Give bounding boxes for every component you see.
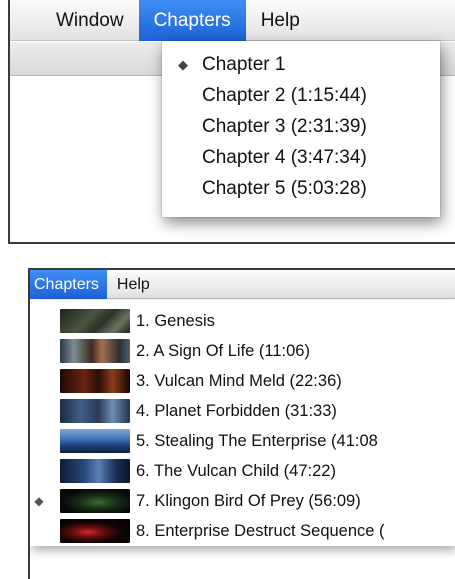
menu-item-chapter-5[interactable]: Chapter 5 (5:03:28) xyxy=(162,173,440,204)
chapter-item-5[interactable]: 5. Stealing The Enterprise (41:08 xyxy=(30,426,455,456)
menu-item-chapter-1[interactable]: ◆ Chapter 1 xyxy=(162,49,440,80)
chapter-thumbnail xyxy=(60,339,130,363)
chapter-item-3[interactable]: 3. Vulcan Mind Meld (22:36) xyxy=(30,366,455,396)
menu-chapters[interactable]: Chapters xyxy=(138,0,246,41)
chapter-thumbnail xyxy=(60,519,130,543)
chapter-label: 2. A Sign Of Life (11:06) xyxy=(136,341,310,360)
chapter-item-1[interactable]: 1. Genesis xyxy=(30,306,455,336)
bottom-screenshot: Chapters Help 1. Genesis 2. A Sign Of Li… xyxy=(28,268,455,579)
menu-item-label: Chapter 2 (1:15:44) xyxy=(202,85,367,106)
chapter-thumbnail xyxy=(60,369,130,393)
menu-item-label: Chapter 3 (2:31:39) xyxy=(202,116,367,137)
chapter-list-menu: 1. Genesis 2. A Sign Of Life (11:06) 3. … xyxy=(30,300,455,546)
chapter-thumbnail xyxy=(60,309,130,333)
menu-help[interactable]: Help xyxy=(107,270,160,299)
chapter-thumbnail xyxy=(60,489,130,513)
chapter-label: 1. Genesis xyxy=(136,311,215,330)
chapter-item-7[interactable]: ◆ 7. Klingon Bird Of Prey (56:09) xyxy=(30,486,455,516)
menu-item-label: Chapter 1 xyxy=(202,54,286,75)
chapter-label: 6. The Vulcan Child (47:22) xyxy=(136,461,336,480)
chapter-label: 5. Stealing The Enterprise (41:08 xyxy=(136,431,378,450)
menu-window[interactable]: Window xyxy=(10,0,139,41)
chapter-item-8[interactable]: 8. Enterprise Destruct Sequence ( xyxy=(30,516,455,546)
menu-item-chapter-4[interactable]: Chapter 4 (3:47:34) xyxy=(162,142,440,173)
chapter-thumbnail xyxy=(60,399,130,423)
chapter-label: 7. Klingon Bird Of Prey (56:09) xyxy=(136,491,361,510)
menu-item-chapter-2[interactable]: Chapter 2 (1:15:44) xyxy=(162,80,440,111)
chapter-label: 3. Vulcan Mind Meld (22:36) xyxy=(136,371,342,390)
chapter-label: 8. Enterprise Destruct Sequence ( xyxy=(136,521,385,540)
menu-help[interactable]: Help xyxy=(246,0,315,41)
menu-bar: Chapters Help xyxy=(30,270,455,299)
chapter-thumbnail xyxy=(60,459,130,483)
checkmark-diamond-icon: ◆ xyxy=(178,57,188,72)
chapter-thumbnail xyxy=(60,429,130,453)
menu-bar: Window Chapters Help xyxy=(10,0,455,41)
menu-chapters[interactable]: Chapters xyxy=(30,270,107,299)
checkmark-diamond-icon: ◆ xyxy=(34,494,44,508)
chapter-item-4[interactable]: 4. Planet Forbidden (31:33) xyxy=(30,396,455,426)
chapter-item-2[interactable]: 2. A Sign Of Life (11:06) xyxy=(30,336,455,366)
menu-item-chapter-3[interactable]: Chapter 3 (2:31:39) xyxy=(162,111,440,142)
chapter-label: 4. Planet Forbidden (31:33) xyxy=(136,401,337,420)
menu-item-label: Chapter 4 (3:47:34) xyxy=(202,147,367,168)
menu-item-label: Chapter 5 (5:03:28) xyxy=(202,178,367,199)
chapters-dropdown-menu: ◆ Chapter 1 Chapter 2 (1:15:44) Chapter … xyxy=(162,41,440,217)
top-screenshot: Window Chapters Help ◆ Chapter 1 Chapter… xyxy=(8,0,455,244)
chapter-item-6[interactable]: 6. The Vulcan Child (47:22) xyxy=(30,456,455,486)
